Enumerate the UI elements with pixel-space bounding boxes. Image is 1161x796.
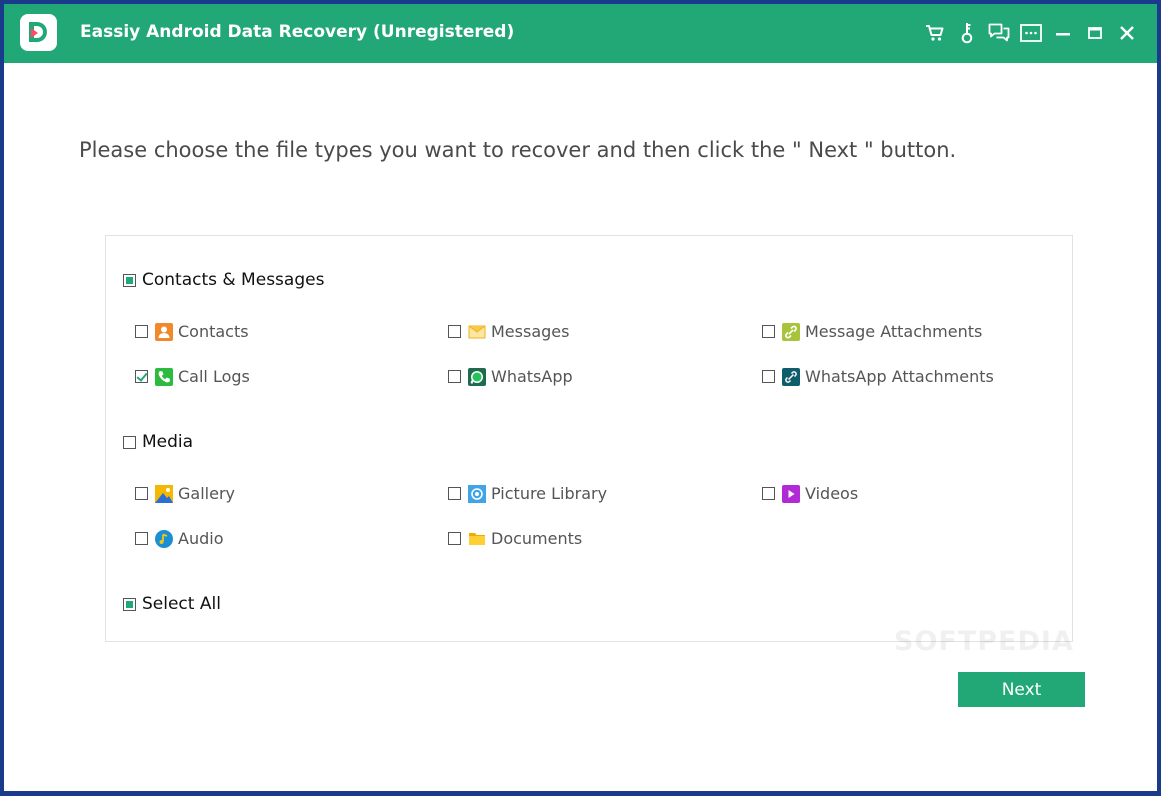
key-icon[interactable] [951, 18, 983, 48]
whatsapp-attachments-checkbox[interactable] [762, 370, 775, 383]
select-all[interactable]: Select All [123, 594, 221, 614]
item-whatsapp-attachments[interactable]: WhatsApp Attachments [762, 367, 994, 386]
group-contacts-messages[interactable]: Contacts & Messages [123, 270, 324, 290]
app-window: Eassiy Android Data Recovery (Unregister… [4, 4, 1157, 791]
videos-checkbox[interactable] [762, 487, 775, 500]
app-title: Eassiy Android Data Recovery (Unregister… [80, 22, 515, 42]
call-logs-checkbox[interactable] [135, 370, 148, 383]
softpedia-watermark: SOFTPEDIA [894, 626, 1074, 657]
attachment-icon [782, 322, 800, 341]
feedback-icon[interactable] [983, 18, 1015, 48]
gallery-checkbox[interactable] [135, 487, 148, 500]
cart-icon[interactable] [919, 18, 951, 48]
picture-library-checkbox[interactable] [448, 487, 461, 500]
whatsapp-checkbox[interactable] [448, 370, 461, 383]
group-contacts-messages-checkbox[interactable] [123, 273, 136, 287]
whatsapp-attachment-icon [782, 367, 800, 386]
documents-checkbox[interactable] [448, 532, 461, 545]
next-button[interactable]: Next [958, 672, 1085, 707]
close-icon[interactable] [1111, 18, 1143, 48]
gallery-icon [155, 484, 173, 503]
messages-icon [468, 323, 486, 341]
item-whatsapp[interactable]: WhatsApp [448, 367, 573, 386]
item-videos[interactable]: Videos [762, 484, 858, 503]
select-all-checkbox[interactable] [123, 597, 136, 611]
video-icon [782, 484, 800, 503]
group-media[interactable]: Media [123, 432, 193, 452]
maximize-icon[interactable] [1079, 18, 1111, 48]
message-attachments-checkbox[interactable] [762, 325, 775, 338]
picture-library-icon [468, 484, 486, 503]
item-call-logs[interactable]: Call Logs [135, 367, 250, 386]
app-logo-icon [20, 14, 57, 51]
item-message-attachments[interactable]: Message Attachments [762, 322, 982, 341]
phone-icon [155, 367, 173, 386]
file-type-panel: Contacts & Messages Contacts Messages Me… [105, 235, 1073, 642]
contacts-checkbox[interactable] [135, 325, 148, 338]
item-audio[interactable]: Audio [135, 529, 223, 548]
audio-icon [155, 529, 173, 548]
item-documents[interactable]: Documents [448, 529, 582, 548]
item-messages[interactable]: Messages [448, 322, 569, 341]
folder-icon [468, 530, 486, 548]
group-media-checkbox[interactable] [123, 435, 136, 449]
item-picture-library[interactable]: Picture Library [448, 484, 607, 503]
title-bar[interactable]: Eassiy Android Data Recovery (Unregister… [4, 4, 1157, 63]
instruction-text: Please choose the file types you want to… [79, 138, 957, 162]
whatsapp-icon [468, 367, 486, 386]
item-gallery[interactable]: Gallery [135, 484, 235, 503]
title-bar-controls [919, 18, 1143, 48]
minimize-icon[interactable] [1047, 18, 1079, 48]
item-contacts[interactable]: Contacts [135, 322, 249, 341]
messages-checkbox[interactable] [448, 325, 461, 338]
contacts-icon [155, 322, 173, 341]
menu-icon[interactable] [1015, 18, 1047, 48]
audio-checkbox[interactable] [135, 532, 148, 545]
